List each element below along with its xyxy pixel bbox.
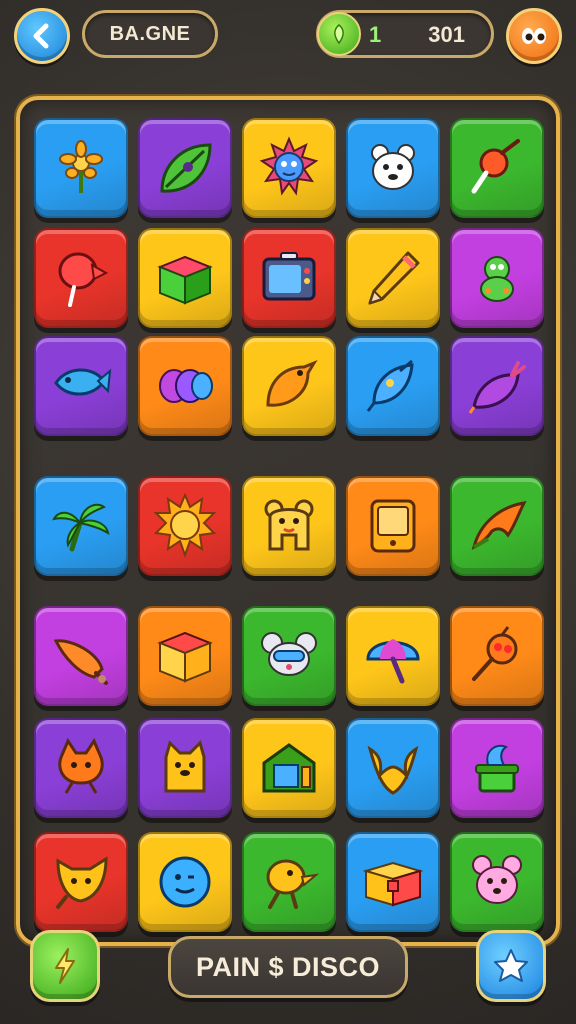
menu-button[interactable]: [506, 8, 562, 64]
shell-icon: [367, 745, 419, 795]
sun-icon: [153, 493, 217, 558]
tile[interactable]: [346, 228, 440, 328]
tile[interactable]: [34, 336, 128, 436]
tile[interactable]: [242, 118, 336, 218]
tile[interactable]: [346, 476, 440, 576]
pencil-icon: [368, 251, 420, 305]
bear-face-icon: [264, 499, 314, 551]
level-value: 1: [369, 22, 382, 47]
tile[interactable]: [138, 118, 232, 218]
duck-icon: [266, 859, 320, 909]
tile[interactable]: [34, 228, 128, 328]
tv-icon: [262, 252, 316, 301]
umbrella-icon: [366, 639, 420, 684]
phone-icon: [370, 499, 416, 553]
treasure-box-icon: [362, 861, 424, 907]
pink-bear-icon: [472, 855, 522, 904]
tile[interactable]: [34, 606, 128, 706]
game-board: [16, 96, 560, 946]
back-arrow-icon: [33, 23, 49, 49]
cat-icon: [58, 737, 104, 794]
score-panel: 1 301: [316, 10, 494, 58]
tile[interactable]: [450, 832, 544, 932]
action-button[interactable]: PAIN $ DISCO: [168, 936, 408, 998]
tile[interactable]: [34, 118, 128, 218]
tile[interactable]: [34, 476, 128, 576]
score-value: 301: [428, 22, 465, 47]
tile[interactable]: [138, 718, 232, 818]
top-bar: BA.GNE 1 301: [0, 0, 576, 72]
gem-icon: [317, 12, 361, 56]
tile[interactable]: [450, 718, 544, 818]
tile[interactable]: [138, 228, 232, 328]
bear-icon: [371, 144, 415, 190]
tile[interactable]: [450, 606, 544, 706]
fish-icon: [54, 368, 112, 396]
tile[interactable]: [34, 718, 128, 818]
eyes-icon: [522, 28, 546, 44]
boost-button[interactable]: [476, 930, 546, 1002]
gift-box-icon: [157, 631, 213, 683]
star-plus-icon: [494, 949, 528, 982]
tile[interactable]: [138, 476, 232, 576]
palm-icon: [52, 503, 110, 552]
smile-ball-icon: [159, 856, 211, 908]
tile[interactable]: [34, 832, 128, 932]
robot-icon: [480, 256, 514, 302]
tile[interactable]: [242, 476, 336, 576]
hint-button[interactable]: [30, 930, 100, 1002]
drop-icon: [366, 359, 414, 412]
house-icon: [262, 743, 316, 793]
tile[interactable]: [138, 336, 232, 436]
lightning-icon: [55, 948, 75, 984]
tile[interactable]: [346, 336, 440, 436]
flame-leaf-icon: [471, 501, 527, 551]
tile[interactable]: [346, 606, 440, 706]
tile[interactable]: [346, 118, 440, 218]
bubbles-icon: [159, 369, 213, 403]
bird-icon: [266, 359, 318, 407]
tile[interactable]: [138, 832, 232, 932]
fox-icon: [56, 856, 108, 909]
bottom-bar: PAIN $ DISCO: [0, 930, 576, 1024]
leaf-icon: [160, 143, 212, 193]
tile[interactable]: [242, 228, 336, 328]
radish-icon: [468, 361, 526, 414]
tile[interactable]: [138, 606, 232, 706]
tile[interactable]: [450, 336, 544, 436]
tile[interactable]: [450, 118, 544, 218]
lollipop-icon: [471, 139, 520, 194]
ladybug-icon: [472, 626, 518, 681]
box-icon: [157, 255, 213, 305]
flower-icon: [59, 140, 103, 193]
game-title: BA.GNE: [82, 10, 218, 58]
balloon-icon: [58, 252, 109, 307]
tile[interactable]: [242, 606, 336, 706]
tile[interactable]: [450, 228, 544, 328]
dog-icon: [164, 740, 206, 793]
sun-fish-icon: [259, 136, 319, 196]
tile[interactable]: [242, 832, 336, 932]
tile[interactable]: [242, 336, 336, 436]
tile[interactable]: [346, 718, 440, 818]
plant-pot-icon: [475, 744, 519, 793]
mouse-icon: [261, 632, 317, 676]
tile[interactable]: [450, 476, 544, 576]
back-button[interactable]: [14, 8, 70, 64]
tile[interactable]: [346, 832, 440, 932]
carrot-icon: [53, 639, 108, 685]
tile[interactable]: [242, 718, 336, 818]
